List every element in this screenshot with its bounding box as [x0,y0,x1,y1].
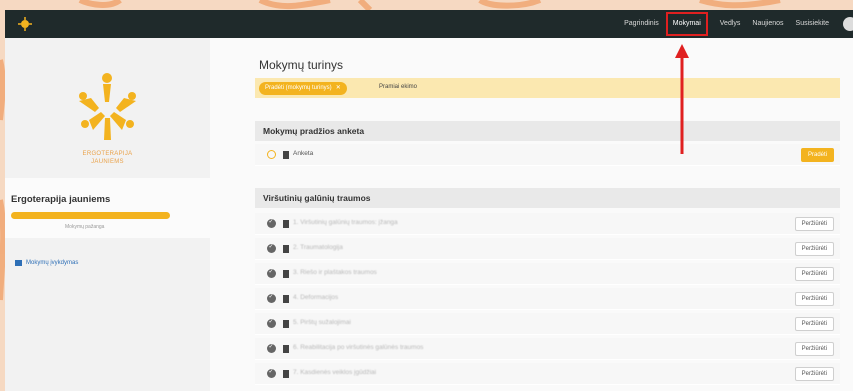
brand-line-2: JAUNIEMS [91,159,124,165]
page-body: ERGOTERAPIJA JAUNIEMS Ergoterapija jauni… [5,38,853,391]
nav-item-naujienos[interactable]: Naujienos [752,10,783,38]
course-card: Ergoterapija jauniems [5,178,210,238]
filter-chip[interactable]: Pradėti (mokymų turinys) ✕ [259,82,347,95]
document-icon [283,245,289,253]
nav-item-vedlys[interactable]: Vedlys [720,10,741,38]
brand-line-1: ERGOTERAPIJA [82,151,133,157]
item-label[interactable]: 3. Riešo ir plaštakos traumos [293,269,377,276]
check-circle-icon [267,268,276,278]
avatar[interactable] [843,17,853,31]
sidebar-link-label: Mokymų įvykdymas [26,260,79,266]
item-label[interactable]: 2. Traumatologija [293,244,343,251]
nav-item-susisiekite[interactable]: Susisiekite [796,10,829,38]
document-icon [283,151,289,159]
brand-name: ERGOTERAPIJA JAUNIEMS [5,150,210,166]
section-header[interactable]: Mokymų pradžios anketa [255,121,840,141]
document-icon [283,370,289,378]
list-item: 3. Riešo ir plaštakos traumos Peržiūrėti [255,263,840,285]
annotation-arrow [675,44,689,154]
list-item: Anketa Pradėti [255,144,840,166]
list-item: 6. Reabilitacija po viršutinės galūnės t… [255,338,840,360]
progress-caption: Mokymų pažanga [65,224,105,230]
document-icon [283,320,289,328]
course-title: Ergoterapija jauniems [11,194,111,205]
section-header[interactable]: Viršutinių galūnių traumos [255,188,840,208]
view-button[interactable]: Peržiūrėti [794,292,834,306]
filter-bar: Pradėti (mokymų turinys) ✕ Pramiai ekimo [255,78,840,98]
view-button[interactable]: Peržiūrėti [794,342,834,356]
item-label[interactable]: 6. Reabilitacija po viršutinės galūnės t… [293,344,423,351]
nav-item-mokymai[interactable]: Mokymai [665,12,708,36]
view-button[interactable]: Peržiūrėti [794,267,834,281]
nav-item-pagrindinis[interactable]: Pagrindinis [624,10,659,38]
view-button[interactable]: Peržiūrėti [794,317,834,331]
document-icon [283,345,289,353]
view-button[interactable]: Peržiūrėti [794,367,834,381]
course-progress-bar [11,212,170,219]
check-circle-icon [267,293,276,303]
check-circle-icon [267,343,276,353]
document-icon [283,270,289,278]
document-icon [283,295,289,303]
status-circle-icon [267,150,276,159]
sidebar: ERGOTERAPIJA JAUNIEMS Ergoterapija jauni… [5,38,210,391]
check-circle-icon [267,218,276,228]
page-title: Mokymų turinys [259,58,344,72]
filter-chip-label: Pradėti (mokymų turinys) [265,85,332,91]
list-item: 4. Deformacijos Peržiūrėti [255,288,840,310]
start-button[interactable]: Pradėti [800,148,834,162]
view-button[interactable]: Peržiūrėti [794,217,834,231]
list-item: 7. Kasdienės veiklos įgūdžiai Peržiūrėti [255,363,840,385]
sidebar-link[interactable]: Mokymų įvykdymas [15,260,78,266]
logo-icon[interactable] [17,16,33,32]
brand-logo [79,73,136,140]
filter-option[interactable]: Pramiai ekimo [379,84,417,90]
document-icon [283,220,289,228]
item-label[interactable]: 4. Deformacijos [293,294,338,301]
item-label[interactable]: 5. Pirštų sužalojimai [293,319,351,326]
view-button[interactable]: Peržiūrėti [794,242,834,256]
item-label[interactable]: 1. Viršutinių galūnių traumos: įžanga [293,219,398,226]
main-nav: Pagrindinis Mokymai Vedlys Naujienos Sus… [612,10,853,38]
top-navbar: Pagrindinis Mokymai Vedlys Naujienos Sus… [5,10,853,38]
check-circle-icon [267,368,276,378]
check-circle-icon [267,243,276,253]
list-item: 5. Pirštų sužalojimai Peržiūrėti [255,313,840,335]
list-item: 2. Traumatologija Peržiūrėti [255,238,840,260]
close-icon[interactable]: ✕ [336,82,341,95]
check-circle-icon [267,318,276,328]
item-label[interactable]: 7. Kasdienės veiklos įgūdžiai [293,369,376,376]
list-item: 1. Viršutinių galūnių traumos: įžanga Pe… [255,213,840,235]
list-icon [15,260,22,266]
item-label[interactable]: Anketa [293,150,313,157]
